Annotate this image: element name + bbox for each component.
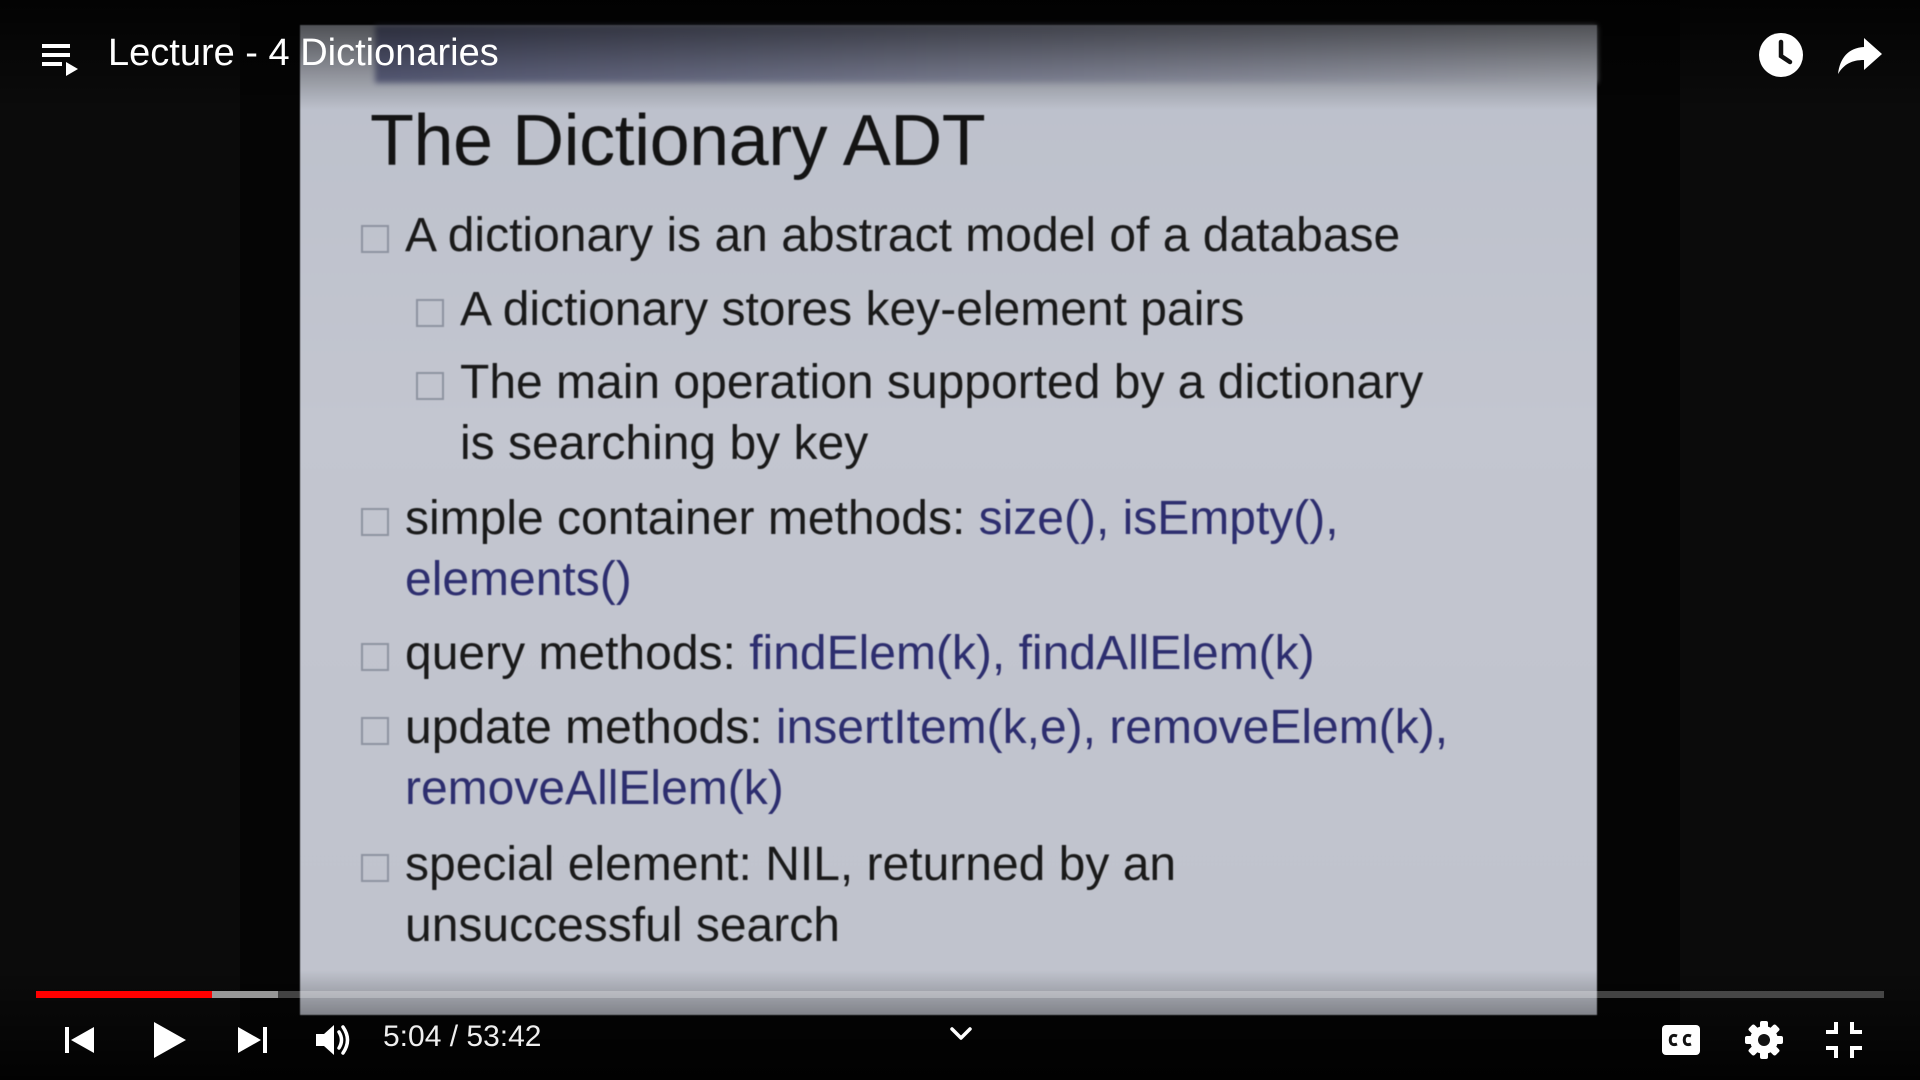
bullet-methods: removeAllElem(k) <box>405 762 784 815</box>
bullet-marker <box>361 717 389 745</box>
exit-fullscreen-icon[interactable] <box>1822 1018 1866 1062</box>
bullet-text: query methods: <box>405 627 750 680</box>
share-icon[interactable] <box>1836 30 1886 80</box>
slide-bullet: query methods: findElem(k), findAllElem(… <box>361 623 1315 684</box>
time-current: 5:04 <box>383 1020 442 1053</box>
slide-bullet: A dictionary is an abstract model of a d… <box>361 205 1401 266</box>
bullet-text: unsuccessful search <box>405 899 840 952</box>
previous-icon[interactable] <box>60 1020 100 1060</box>
chevron-down-icon[interactable] <box>946 1024 976 1044</box>
next-icon[interactable] <box>232 1020 272 1060</box>
play-icon[interactable] <box>146 1018 190 1062</box>
captions-icon[interactable] <box>1660 1022 1702 1058</box>
bullet-text: A dictionary is an abstract model of a d… <box>405 209 1401 262</box>
bullet-marker <box>416 372 444 400</box>
bullet-methods: elements() <box>405 553 632 606</box>
lecture-slide: The Dictionary ADT A dictionary is an ab… <box>300 25 1597 1015</box>
slide-sub-bullet: A dictionary stores key-element pairs <box>416 279 1245 340</box>
playlist-icon[interactable] <box>38 38 80 80</box>
slide-bullet: special element: NIL, returned by an uns… <box>361 834 1177 956</box>
time-display: 5:04 / 53:42 <box>383 1020 541 1054</box>
gear-icon[interactable] <box>1742 1018 1786 1062</box>
bullet-marker <box>416 299 444 327</box>
bullet-marker <box>361 854 389 882</box>
bullet-methods: findElem(k), findAllElem(k) <box>749 627 1315 680</box>
slide-bullet: update methods: insertItem(k,e), removeE… <box>361 697 1449 819</box>
bullet-marker <box>361 643 389 671</box>
bullet-text: special element: NIL, returned by an <box>405 838 1177 891</box>
progress-played <box>36 991 212 998</box>
bullet-text: The main operation supported by a dictio… <box>460 356 1424 409</box>
slide-title: The Dictionary ADT <box>370 101 986 181</box>
bullet-marker <box>361 508 389 536</box>
bullet-text: A dictionary stores key-element pairs <box>460 283 1245 336</box>
time-total: 53:42 <box>466 1020 542 1053</box>
slide-sub-bullet: The main operation supported by a dictio… <box>416 352 1424 474</box>
bullet-methods: insertItem(k,e), removeElem(k), <box>775 701 1449 754</box>
bullet-text: is searching by key <box>460 417 869 470</box>
clock-icon[interactable] <box>1756 30 1806 80</box>
slide-bullet: simple container methods: size(), isEmpt… <box>361 488 1339 610</box>
time-separator: / <box>441 1020 467 1053</box>
volume-icon[interactable] <box>312 1019 356 1061</box>
video-title[interactable]: Lecture - 4 Dictionaries <box>108 32 499 75</box>
bullet-text: update methods: <box>405 701 776 754</box>
bullet-methods: size(), isEmpty(), <box>978 492 1339 545</box>
bullet-text: simple container methods: <box>405 492 979 545</box>
video-player[interactable]: The Dictionary ADT A dictionary is an ab… <box>0 0 1920 1080</box>
progress-bar[interactable] <box>36 991 1884 998</box>
bullet-marker <box>361 225 389 253</box>
